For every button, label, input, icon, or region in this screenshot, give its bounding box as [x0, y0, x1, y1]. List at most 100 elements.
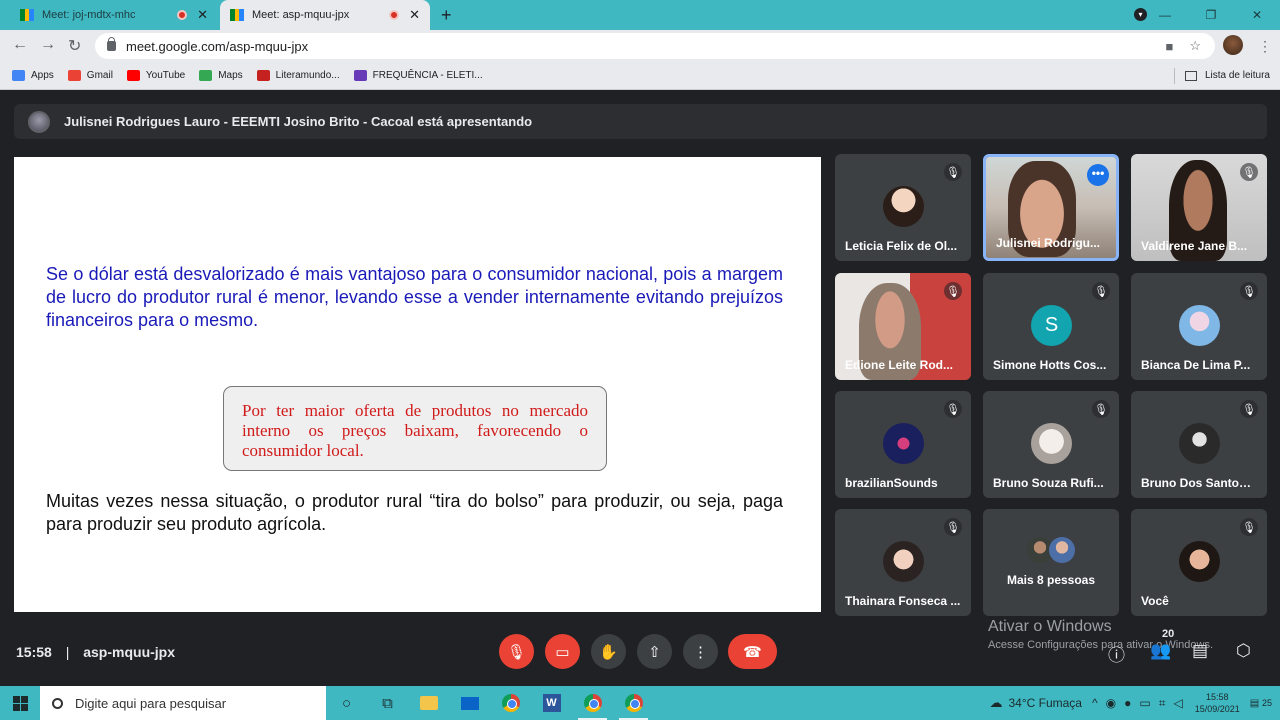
- recording-icon: [389, 10, 400, 20]
- meeting-details-icon[interactable]: ⓘ: [1108, 641, 1125, 666]
- more-options-icon[interactable]: •••: [1087, 164, 1109, 186]
- mic-off-icon: 🎙: [944, 400, 962, 418]
- participant-tile[interactable]: 🎙 Edione Leite Rod...: [835, 273, 971, 380]
- participant-name: Leticia Felix de Ol...: [845, 239, 958, 253]
- mic-off-icon: 🎙: [506, 643, 527, 661]
- notifications-button[interactable]: ▤ 25: [1250, 698, 1272, 709]
- people-icon[interactable]: 👥: [1150, 641, 1171, 661]
- participant-tile[interactable]: 🎙 Bruno Souza Rufi...: [983, 391, 1119, 498]
- maximize-icon[interactable]: ❐: [1188, 8, 1234, 22]
- participant-name: Julisnei Rodrigu...: [996, 236, 1101, 250]
- task-view-icon[interactable]: ⧉: [367, 686, 408, 720]
- participant-tile[interactable]: 🎙 Bianca De Lima P...: [1131, 273, 1267, 380]
- word-icon[interactable]: W: [531, 686, 572, 720]
- microphone-toggle-button[interactable]: 🎙: [499, 634, 534, 669]
- taskbar-clock[interactable]: 15:58 15/09/2021: [1195, 691, 1240, 715]
- present-button[interactable]: ⇧: [637, 634, 672, 669]
- slide-paragraph-1: Se o dólar está desvalorizado é mais van…: [46, 264, 783, 330]
- youtube-icon: [126, 70, 140, 81]
- more-options-button[interactable]: ⋮: [683, 634, 718, 669]
- participant-tile[interactable]: 🎙 Leticia Felix de Ol...: [835, 154, 971, 261]
- profile-avatar[interactable]: [1223, 35, 1243, 55]
- participant-name: Valdirene Jane B...: [1141, 239, 1248, 253]
- chat-icon[interactable]: ▤: [1192, 641, 1208, 661]
- start-button[interactable]: [0, 695, 40, 711]
- back-icon[interactable]: ←: [12, 36, 28, 54]
- bookmark-gmail[interactable]: Gmail: [67, 70, 113, 81]
- weather-text[interactable]: 34°C Fumaça: [1008, 696, 1082, 710]
- bookmarks-bar: Apps Gmail YouTube Maps Literamundo... F…: [0, 62, 1280, 90]
- participant-name: brazilianSounds: [845, 476, 938, 490]
- mic-off-icon: 🎙: [1240, 282, 1258, 300]
- more-participants-label: Mais 8 pessoas: [1006, 573, 1096, 587]
- chrome-profile-1-icon[interactable]: [572, 686, 613, 720]
- search-icon: [52, 697, 63, 709]
- forward-icon[interactable]: →: [40, 36, 56, 54]
- mail-icon[interactable]: [449, 686, 490, 720]
- participant-name: Edione Leite Rod...: [845, 358, 954, 372]
- participant-name: Você: [1141, 594, 1169, 608]
- close-tab-icon[interactable]: ✕: [409, 7, 420, 23]
- camera-toggle-button[interactable]: ▭: [545, 634, 580, 669]
- show-hidden-icons-icon[interactable]: ^: [1092, 696, 1098, 710]
- mic-off-icon: 🎙: [944, 518, 962, 536]
- cortana-icon[interactable]: ○: [326, 686, 367, 720]
- slide-callout: Por ter maior oferta de produtos no merc…: [223, 386, 607, 471]
- bookmark-maps[interactable]: Maps: [199, 70, 243, 81]
- clock-time: 15:58: [1205, 692, 1229, 702]
- new-tab-button[interactable]: +: [441, 5, 452, 26]
- chrome-icon[interactable]: [490, 686, 531, 720]
- network-icon[interactable]: ⌗: [1159, 696, 1166, 711]
- close-tab-icon[interactable]: ✕: [197, 7, 208, 23]
- close-window-icon[interactable]: ✕: [1234, 8, 1280, 22]
- bookmark-youtube[interactable]: YouTube: [126, 70, 185, 81]
- participant-name: Bruno Dos Santos ...: [1141, 476, 1257, 490]
- camera-in-use-icon[interactable]: ■: [1165, 39, 1173, 54]
- participant-tile[interactable]: 🎙 brazilianSounds: [835, 391, 971, 498]
- minimize-icon[interactable]: —: [1142, 8, 1188, 22]
- antivirus-icon[interactable]: ◉: [1106, 696, 1116, 710]
- reload-icon[interactable]: ↻: [68, 36, 81, 56]
- recording-icon: [177, 10, 188, 20]
- meeting-info-separator: |: [65, 644, 70, 660]
- participant-tile[interactable]: 🎙 S Simone Hotts Cos...: [983, 273, 1119, 380]
- tab-title: Meet: asp-mquu-jpx: [252, 9, 350, 21]
- gmail-icon: [67, 70, 81, 81]
- bookmark-frequencia[interactable]: FREQUÊNCIA - ELETI...: [353, 70, 483, 81]
- file-explorer-icon[interactable]: [408, 686, 449, 720]
- browser-tab-2[interactable]: Meet: asp-mquu-jpx ✕: [220, 0, 430, 30]
- apps-grid-icon: [12, 70, 25, 81]
- taskbar-search-box[interactable]: Digite aqui para pesquisar: [40, 686, 326, 720]
- participant-tile[interactable]: 🎙 Bruno Dos Santos ...: [1131, 391, 1267, 498]
- raise-hand-button[interactable]: ✋: [591, 634, 626, 669]
- browser-toolbar: ← → ↻ meet.google.com/asp-mquu-jpx ■ ☆: [0, 30, 1280, 62]
- slide-paragraph-2: Muitas vezes nessa situação, o produtor …: [46, 491, 783, 534]
- participant-tile[interactable]: 🎙 Thainara Fonseca ...: [835, 509, 971, 616]
- microphone-tray-icon[interactable]: ●: [1124, 696, 1131, 710]
- bookmark-star-icon[interactable]: ☆: [1189, 38, 1201, 54]
- avatar: [883, 186, 924, 227]
- weather-icon[interactable]: ☁: [989, 695, 1002, 711]
- avatar: [1049, 537, 1075, 563]
- battery-icon[interactable]: ▭: [1139, 696, 1150, 710]
- volume-icon[interactable]: ◁: [1173, 696, 1182, 710]
- self-tile[interactable]: 🎙 Você: [1131, 509, 1267, 616]
- browser-menu-icon[interactable]: ⋮: [1258, 38, 1272, 55]
- bookmark-apps[interactable]: Apps: [12, 70, 54, 81]
- activities-icon[interactable]: ⬡: [1236, 641, 1251, 661]
- clock-date: 15/09/2021: [1194, 704, 1240, 714]
- more-participants-tile[interactable]: Mais 8 pessoas: [983, 509, 1119, 616]
- phone-hangup-icon: ☎: [743, 643, 762, 661]
- presenting-text: Julisnei Rodrigues Lauro - EEEMTI Josino…: [64, 114, 533, 129]
- participant-tile-active-speaker[interactable]: ••• Julisnei Rodrigu...: [983, 154, 1119, 261]
- browser-tab-1[interactable]: Meet: joj-mdtx-mhc ✕: [10, 0, 218, 30]
- lock-icon[interactable]: [107, 37, 116, 51]
- meet-main: Julisnei Rodrigues Lauro - EEEMTI Josino…: [0, 91, 1280, 686]
- bookmark-literamundo[interactable]: Literamundo...: [256, 70, 340, 81]
- mic-off-icon: 🎙: [1240, 400, 1258, 418]
- address-bar[interactable]: meet.google.com/asp-mquu-jpx ■ ☆: [95, 33, 1215, 59]
- end-call-button[interactable]: ☎: [728, 634, 777, 669]
- participant-tile[interactable]: 🎙 Valdirene Jane B...: [1131, 154, 1267, 261]
- reading-list-button[interactable]: Lista de leitura: [1184, 70, 1270, 81]
- chrome-profile-2-icon[interactable]: [613, 686, 654, 720]
